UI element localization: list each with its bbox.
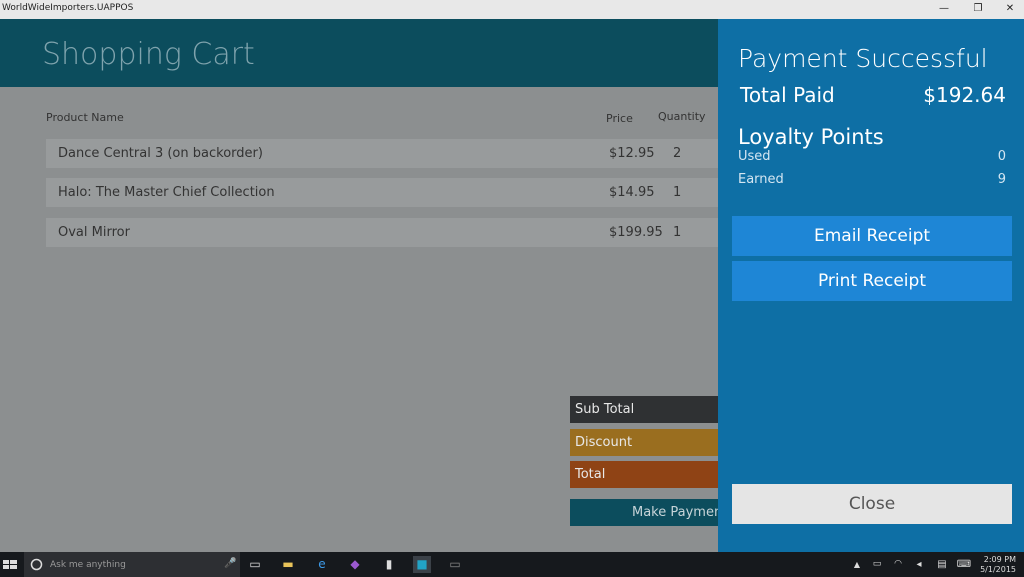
app-icon[interactable]: ▮ [380, 556, 398, 573]
earned-points-label: Earned [738, 172, 784, 187]
print-receipt-button[interactable]: Print Receipt [732, 261, 1012, 301]
restore-button[interactable]: ❐ [962, 0, 994, 19]
pos-app-icon[interactable]: ■ [413, 556, 431, 573]
product-name: Dance Central 3 (on backorder) [58, 146, 263, 161]
window-title: WorldWideImporters.UAPPOS [2, 3, 134, 13]
product-name: Oval Mirror [58, 225, 130, 240]
taskbar: Ask me anything 🎤 ▭ ▬ e ◆ ▮ ■ ▭ ▲ ▭ ◠ ◂ … [0, 552, 1024, 577]
column-header-price: Price [606, 112, 633, 125]
cart-row[interactable]: Halo: The Master Chief Collection $14.95… [46, 178, 736, 207]
product-quantity: 2 [673, 146, 682, 161]
discount-row: Discount [570, 429, 730, 456]
product-quantity: 1 [673, 225, 682, 240]
minimize-button[interactable]: — [928, 0, 960, 19]
product-price: $12.95 [609, 146, 655, 161]
product-quantity: 1 [673, 185, 682, 200]
window-title-bar: WorldWideImporters.UAPPOS — ❐ ✕ [0, 0, 1024, 19]
show-hidden-icons-icon[interactable]: ▲ [848, 556, 866, 573]
windows-logo-icon [3, 560, 17, 569]
cortana-icon [30, 558, 43, 571]
email-receipt-button[interactable]: Email Receipt [732, 216, 1012, 256]
product-name: Halo: The Master Chief Collection [58, 185, 275, 200]
payment-success-panel: Payment Successful Total Paid $192.64 Lo… [718, 19, 1024, 552]
make-payment-button[interactable]: Make Paymen [570, 499, 730, 526]
search-placeholder: Ask me anything [50, 560, 126, 570]
pinned-app-icon[interactable]: ▭ [446, 556, 464, 573]
total-paid-value: $192.64 [923, 83, 1006, 107]
used-points-label: Used [738, 149, 771, 164]
total-paid-label: Total Paid [740, 83, 835, 107]
close-button[interactable]: Close [732, 484, 1012, 524]
product-price: $199.95 [609, 225, 663, 240]
product-price: $14.95 [609, 185, 655, 200]
cart-row[interactable]: Dance Central 3 (on backorder) $12.95 2 [46, 139, 736, 168]
clock[interactable]: 2:09 PM 5/1/2015 [980, 555, 1016, 575]
start-button[interactable] [0, 552, 22, 577]
edge-browser-icon[interactable]: e [313, 556, 331, 573]
cart-row[interactable]: Oval Mirror $199.95 1 [46, 218, 736, 247]
used-points-value: 0 [997, 149, 1006, 164]
visual-studio-icon[interactable]: ◆ [346, 556, 364, 573]
file-explorer-icon[interactable]: ▬ [279, 556, 297, 573]
column-header-quantity: Quantity [658, 110, 706, 123]
panel-title: Payment Successful [738, 44, 988, 73]
column-header-product: Product Name [46, 111, 124, 124]
close-window-button[interactable]: ✕ [994, 0, 1024, 19]
loyalty-points-heading: Loyalty Points [738, 125, 884, 149]
search-box[interactable]: Ask me anything 🎤 [24, 552, 240, 577]
notifications-icon[interactable]: ▤ [933, 556, 951, 573]
clock-time: 2:09 PM [983, 555, 1016, 564]
task-view-icon[interactable]: ▭ [246, 556, 264, 573]
keyboard-icon[interactable]: ⌨ [955, 556, 973, 573]
battery-icon[interactable]: ▭ [868, 556, 886, 573]
network-icon[interactable]: ◠ [889, 556, 907, 573]
subtotal-row: Sub Total [570, 396, 730, 423]
page-title: Shopping Cart [42, 37, 255, 72]
clock-date: 5/1/2015 [980, 565, 1016, 574]
earned-points-value: 9 [997, 172, 1006, 187]
volume-icon[interactable]: ◂ [910, 556, 928, 573]
total-row: Total [570, 461, 730, 488]
microphone-icon[interactable]: 🎤 [224, 558, 236, 569]
